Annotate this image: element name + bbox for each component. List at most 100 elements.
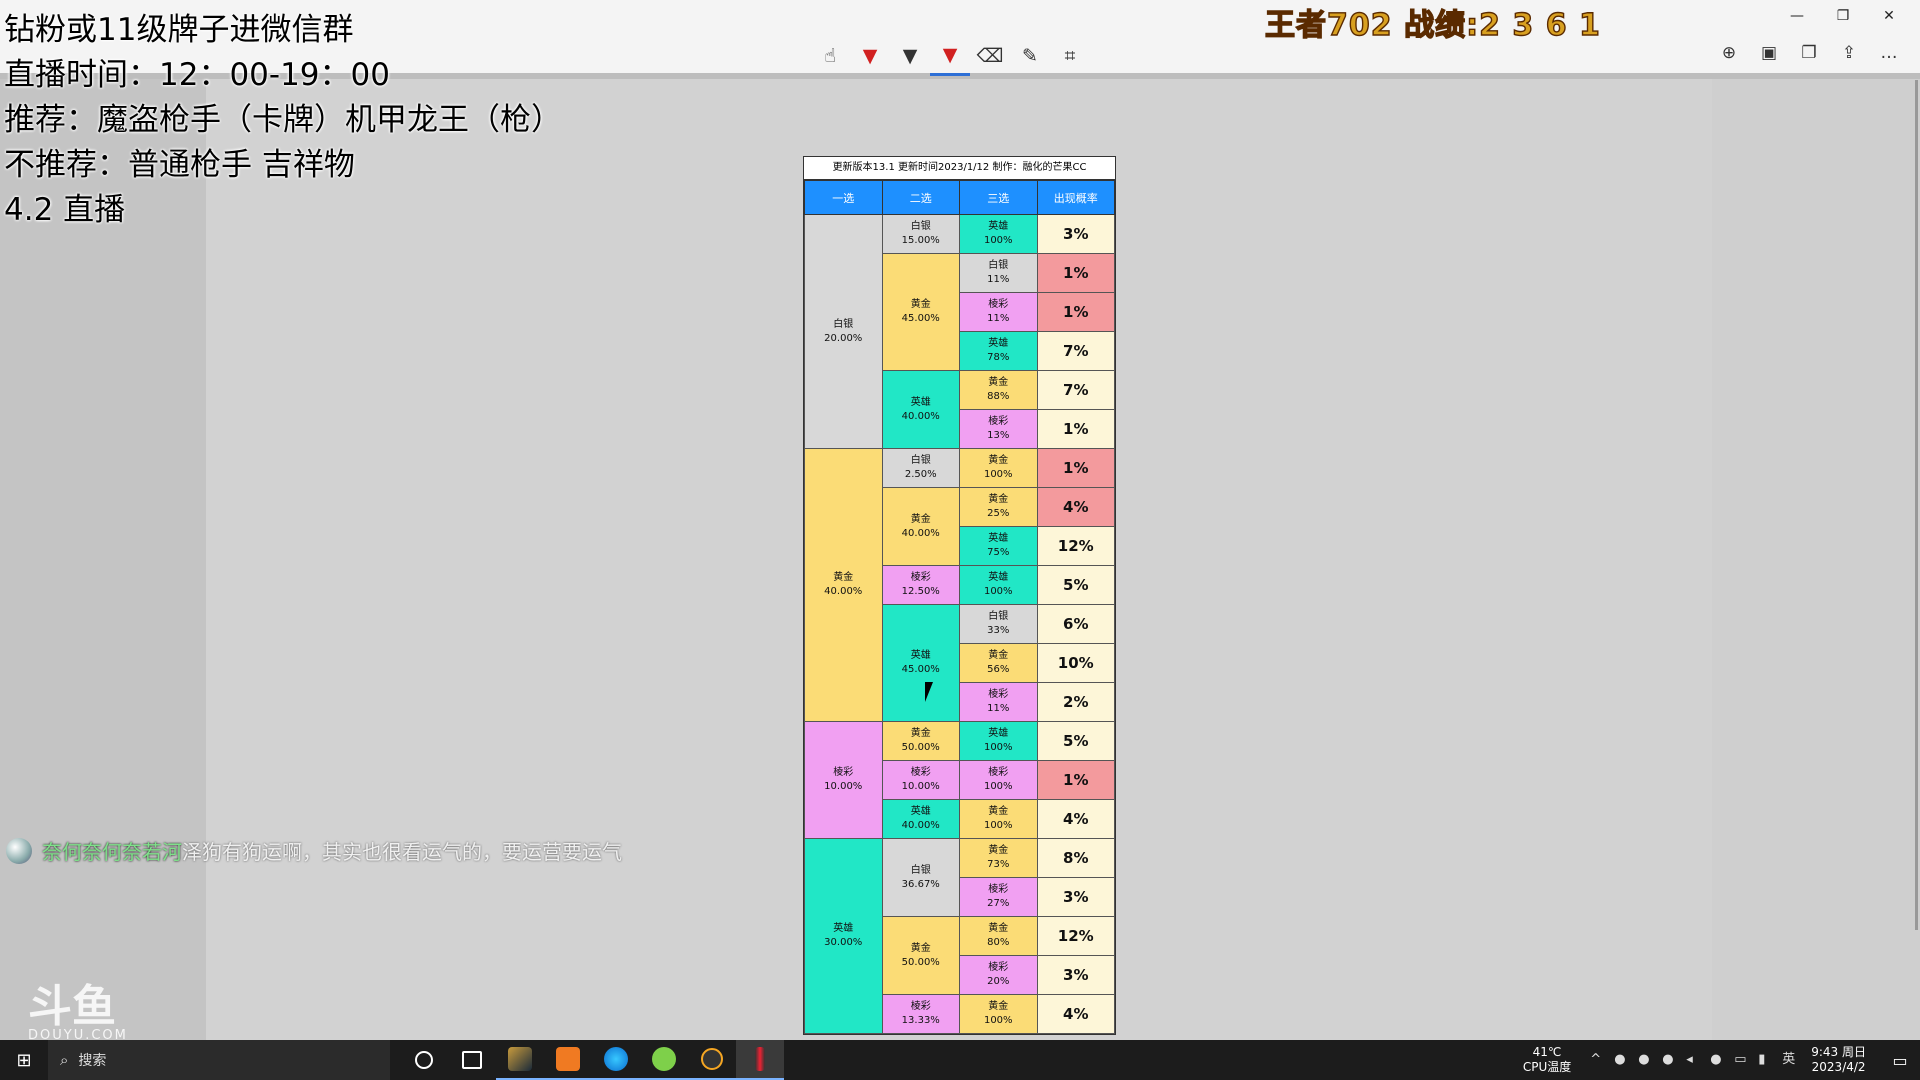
third-pick-cell: 黄金 56% [959, 643, 1038, 683]
zoom-in-icon[interactable]: ⊕ [1716, 38, 1742, 68]
chevron-up-icon[interactable]: ^ [1590, 1053, 1604, 1067]
chrome-style-icon[interactable] [688, 1040, 736, 1080]
cpu-temp-label: CPU温度 [1522, 1060, 1572, 1074]
cell-name: 黄金 [910, 513, 931, 525]
cell-percent: 100% [983, 820, 1013, 831]
cell-percent: 40.00% [901, 527, 940, 539]
network-icon[interactable]: ▭ [1734, 1053, 1748, 1067]
cell-percent: 100% [983, 235, 1013, 246]
mouse-cursor [925, 682, 933, 702]
column-header: 二选 [881, 180, 960, 215]
cell-name: 棱彩 [988, 962, 1009, 973]
douyu-logo: 斗鱼 DOUYU.COM [28, 985, 128, 1043]
cell-name: 黄金 [910, 299, 931, 310]
search-placeholder: 搜索 [78, 1053, 107, 1069]
ime-indicator[interactable]: 英 [1782, 1053, 1796, 1067]
overlay-line-schedule: 直播时间：12：00-19：00 [4, 57, 390, 93]
second-pick-cell: 白银 15.00% [881, 214, 960, 254]
cell-percent: 11% [987, 703, 1010, 714]
cell-percent: 15.00% [901, 235, 940, 246]
second-pick-cell: 棱彩 10.00% [881, 760, 960, 800]
probability-table: 更新版本13.1 更新时间2023/1/12 制作：融化的芒果CC 一选 二选 三选… [803, 156, 1116, 1035]
cortana-icon[interactable] [400, 1040, 448, 1080]
cell-name: 白银 [910, 864, 931, 876]
cell-name: 白银 [988, 611, 1009, 622]
cell-name: 白银 [910, 221, 931, 232]
cell-percent: 11% [987, 274, 1010, 285]
third-pick-cell: 棱彩 100% [959, 760, 1038, 800]
cell-percent: 100% [983, 1015, 1013, 1026]
microphone-icon[interactable]: ▮ [1758, 1053, 1772, 1067]
league-client-icon[interactable] [496, 1040, 544, 1080]
second-pick-cell: 黄金 45.00% [881, 253, 960, 371]
third-pick-cell: 英雄 75% [959, 526, 1038, 566]
probability-cell: 4% [1036, 994, 1115, 1034]
table-header-row: 一选 二选 三选 出现概率 [804, 180, 1115, 215]
second-pick-cell: 黄金 50.00% [881, 721, 960, 761]
window-controls: — ❐ ✕ [1774, 4, 1912, 28]
share-icon[interactable]: ⇪ [1836, 38, 1862, 68]
overlay-line-recommend: 推荐：魔盗枪手（卡牌）机甲龙王（枪） [4, 102, 562, 138]
steam-icon[interactable]: ● [1638, 1053, 1652, 1067]
highlighter-icon[interactable]: ▼ [930, 36, 970, 76]
cpu-temperature[interactable]: 41℃ CPU温度 [1523, 1045, 1571, 1075]
eraser-icon[interactable]: ⌫ [970, 36, 1010, 76]
wechat-icon[interactable]: ● [1710, 1053, 1724, 1067]
close-icon[interactable]: ✕ [1866, 4, 1912, 28]
second-pick-cell: 棱彩 13.33% [881, 994, 960, 1034]
column-header: 一选 [804, 180, 883, 215]
cell-percent: 88% [987, 391, 1010, 402]
copy-icon[interactable]: ❐ [1796, 38, 1822, 68]
app-tray-icon[interactable]: ● [1614, 1053, 1628, 1067]
touch-write-icon[interactable]: ☝ [810, 36, 850, 76]
cell-name: 英雄 [833, 923, 854, 934]
table-caption: 更新版本13.1 更新时间2023/1/12 制作：融化的芒果CC [804, 157, 1115, 180]
column-header: 三选 [959, 180, 1038, 215]
cell-percent: 73% [987, 859, 1010, 870]
cell-percent: 12.50% [901, 586, 940, 597]
clock[interactable]: 9:43 周日 2023/4/2 [1811, 1045, 1866, 1075]
ruler-icon[interactable]: ✎ [1010, 36, 1050, 76]
cell-name: 棱彩 [833, 767, 854, 778]
orange-app-icon[interactable] [544, 1040, 592, 1080]
red-app-icon[interactable] [736, 1040, 784, 1080]
pencil-icon[interactable]: ▼ [890, 36, 930, 76]
cell-name: 黄金 [988, 494, 1009, 505]
edge-browser-icon[interactable] [592, 1040, 640, 1080]
cloud-icon[interactable]: ● [1662, 1053, 1676, 1067]
cell-percent: 36.67% [901, 878, 940, 890]
cell-percent: 27% [987, 898, 1010, 909]
third-pick-cell: 黄金 100% [959, 799, 1038, 839]
overlay-line-group: 钻粉或11级牌子进微信群 [4, 12, 354, 48]
windows-start-icon[interactable]: ⊞ [0, 1040, 48, 1080]
minimize-icon[interactable]: — [1774, 4, 1820, 28]
task-view-icon[interactable] [448, 1040, 496, 1080]
restore-icon[interactable]: ❐ [1820, 4, 1866, 28]
table-row: 黄金 40.00% 白银 2.50% 黄金 100% 1% [804, 448, 1115, 722]
third-pick-cell: 棱彩 11% [959, 292, 1038, 332]
first-pick-cell: 英雄 30.00% [804, 838, 883, 1034]
more-icon[interactable]: … [1876, 38, 1902, 68]
second-pick-cell: 黄金 40.00% [881, 487, 960, 566]
crop-icon[interactable]: ⌗ [1050, 36, 1090, 76]
first-pick-cell: 棱彩 10.00% [804, 721, 883, 839]
vertical-scrollbar[interactable] [1915, 80, 1918, 930]
danmu-message: 奈何奈何奈若河 泽狗有狗运啊，其实也很看运气的，要运营要运气 [6, 836, 622, 865]
cell-percent: 25% [987, 508, 1010, 519]
cell-percent: 10.00% [901, 781, 940, 792]
taskbar-search[interactable]: ⌕ 搜索 [48, 1040, 390, 1080]
notification-icon[interactable]: ▭ [1880, 1051, 1920, 1070]
cell-percent: 78% [987, 352, 1010, 363]
speaker-icon[interactable]: ◂ [1686, 1053, 1700, 1067]
stream-score: 王者702 战绩:2 3 6 1 [1264, 7, 1601, 43]
cell-name: 英雄 [988, 221, 1009, 232]
save-icon[interactable]: ▣ [1756, 38, 1782, 68]
cell-name: 棱彩 [910, 1001, 931, 1012]
green-app-icon[interactable] [640, 1040, 688, 1080]
douyu-logo-text: 斗鱼 [28, 981, 116, 1032]
third-pick-cell: 白银 11% [959, 253, 1038, 293]
ballpoint-pen-icon[interactable]: ▼ [850, 36, 890, 76]
cell-name: 英雄 [988, 533, 1009, 544]
cell-percent: 100% [983, 742, 1013, 753]
ink-toolbar: ☝ ▼ ▼ ▼ ⌫ ✎ ⌗ [810, 36, 1090, 76]
